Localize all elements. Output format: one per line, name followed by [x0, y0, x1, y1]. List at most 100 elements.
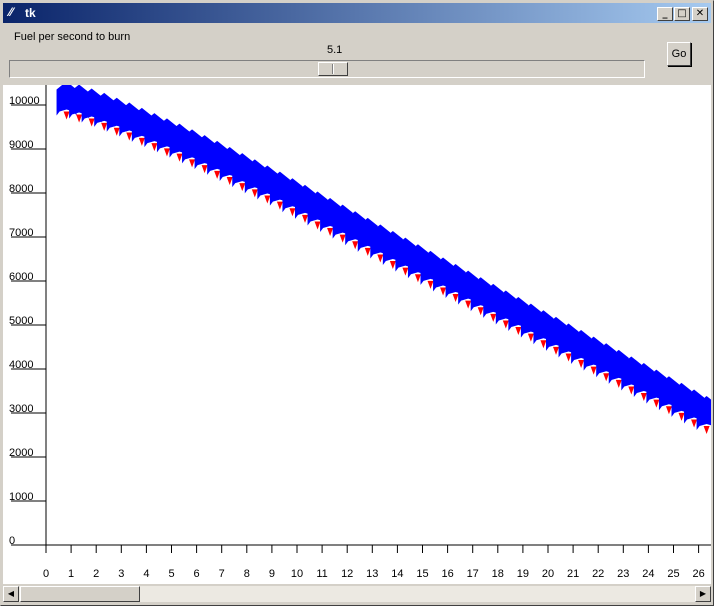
flame-marker — [440, 287, 447, 296]
flame-marker — [327, 228, 334, 237]
flame-marker — [176, 153, 183, 162]
flame-marker — [452, 294, 459, 303]
y-tick-label: 10000 — [9, 95, 40, 107]
flame-marker — [126, 132, 133, 141]
close-button[interactable]: ✕ — [692, 7, 708, 21]
flame-marker — [540, 340, 547, 349]
x-tick-label: 19 — [517, 568, 529, 580]
x-tick-label: 15 — [416, 568, 428, 580]
x-tick-label: 11 — [316, 568, 327, 580]
flame-marker — [402, 267, 409, 276]
flame-marker — [703, 426, 710, 435]
flame-marker — [490, 313, 497, 322]
x-tick-label: 5 — [168, 568, 174, 580]
flame-marker — [239, 183, 246, 192]
horizontal-scrollbar[interactable]: ◀ ▶ — [3, 586, 711, 602]
flame-marker — [276, 201, 283, 210]
scroll-right-arrow-icon[interactable]: ▶ — [695, 586, 711, 602]
flame-marker — [414, 274, 421, 283]
flame-marker — [615, 379, 622, 388]
flame-marker — [640, 393, 647, 402]
flame-marker — [63, 111, 70, 120]
flame-marker — [427, 280, 434, 289]
x-tick-label: 0 — [43, 568, 49, 580]
y-tick-label: 6000 — [9, 271, 33, 283]
window-title: tk — [25, 6, 36, 20]
flame-marker — [314, 221, 321, 230]
x-tick-label: 26 — [692, 568, 704, 580]
flame-marker — [226, 177, 233, 185]
flame-marker — [76, 114, 83, 123]
y-tick-label: 3000 — [9, 403, 33, 415]
flame-marker — [302, 214, 308, 223]
x-tick-label: 23 — [617, 568, 629, 580]
y-tick-label: 4000 — [9, 359, 33, 371]
flame-marker — [477, 307, 484, 316]
flame-marker — [678, 412, 685, 421]
flame-marker — [352, 241, 359, 250]
flame-marker — [691, 419, 698, 428]
scrollbar-thumb[interactable] — [20, 586, 140, 602]
y-tick-label: 5000 — [9, 315, 33, 327]
scale-grip — [332, 64, 334, 74]
title-bar[interactable]: ⁄⁄ tk _ □ ✕ — [3, 3, 711, 23]
x-tick-label: 4 — [143, 568, 149, 580]
fuel-scale-thumb[interactable] — [318, 62, 348, 76]
flame-marker — [515, 327, 522, 336]
x-tick-label: 22 — [592, 568, 604, 580]
fuel-label: Fuel per second to burn — [14, 31, 131, 43]
flame-marker — [590, 366, 597, 375]
flame-marker — [603, 373, 610, 382]
flame-marker — [665, 406, 672, 415]
x-tick-label: 21 — [567, 568, 579, 580]
x-tick-label: 13 — [366, 568, 378, 580]
y-tick-label: 2000 — [9, 447, 33, 459]
x-tick-label: 25 — [667, 568, 679, 580]
x-tick-label: 10 — [291, 568, 303, 580]
flame-marker — [465, 300, 472, 309]
maximize-button[interactable]: □ — [674, 7, 690, 21]
flame-marker — [289, 208, 296, 217]
flame-marker — [653, 399, 660, 408]
x-tick-label: 7 — [219, 568, 225, 580]
x-tick-label: 20 — [542, 568, 554, 580]
flame-marker — [389, 261, 396, 270]
x-tick-label: 17 — [467, 568, 479, 580]
trajectory-canvas: 0 1000 2000 3000 4000 5000 6000 7000 8000 9000 100… — [3, 85, 711, 584]
minimize-button[interactable]: _ — [657, 7, 673, 21]
x-tick-label: 24 — [642, 568, 654, 580]
scroll-left-arrow-icon[interactable]: ◀ — [3, 586, 19, 602]
tk-feather-icon: ⁄⁄ — [9, 5, 14, 19]
y-tick-label: 7000 — [9, 227, 33, 239]
flame-marker — [251, 189, 258, 198]
flame-marker — [189, 159, 196, 168]
x-tick-label: 3 — [118, 568, 124, 580]
flame-marker — [527, 333, 534, 342]
flame-marker — [214, 170, 221, 179]
flame-marker — [88, 118, 95, 127]
flame-marker — [364, 247, 371, 256]
y-tick-label: 9000 — [9, 139, 33, 151]
x-tick-label: 2 — [93, 568, 99, 580]
trajectory-chart: 0100020003000400050006000700080009000100… — [9, 85, 711, 580]
flame-marker — [628, 386, 635, 395]
flame-marker — [502, 320, 509, 329]
x-tick-label: 9 — [269, 568, 275, 580]
x-tick-label: 6 — [194, 568, 200, 580]
fuel-scale[interactable] — [9, 60, 645, 78]
go-button[interactable]: Go — [667, 42, 691, 66]
y-tick-label: 0 — [9, 535, 15, 547]
x-tick-label: 12 — [341, 568, 353, 580]
x-tick-label: 18 — [492, 568, 504, 580]
flame-marker — [377, 254, 384, 263]
flame-marker — [201, 165, 208, 174]
x-tick-label: 1 — [68, 568, 74, 580]
flame-marker — [138, 137, 145, 146]
flame-marker — [565, 353, 572, 362]
y-tick-label: 1000 — [9, 491, 33, 503]
flame-marker — [113, 127, 120, 136]
flame-marker — [264, 195, 271, 204]
y-tick-label: 8000 — [9, 183, 33, 195]
app-window: ⁄⁄ tk _ □ ✕ Fuel per second to burn 5.1 … — [0, 0, 714, 606]
flame-marker — [339, 234, 346, 243]
